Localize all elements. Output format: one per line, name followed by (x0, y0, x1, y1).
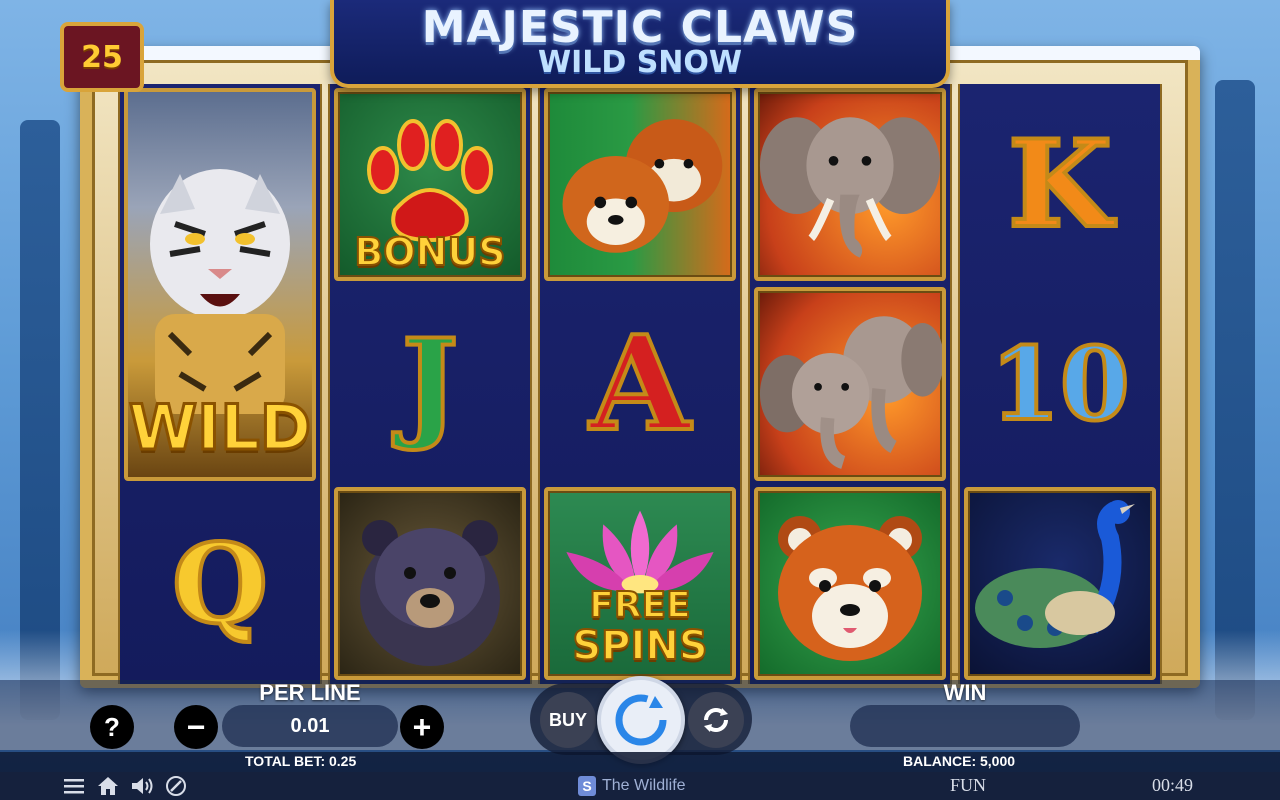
balance: BALANCE: 5,000 (903, 753, 1016, 769)
brand: S The Wildlife (578, 776, 686, 796)
home-icon[interactable] (96, 776, 120, 796)
symbol-peacock (964, 486, 1156, 680)
symbol-free-spins-lotus: FREE SPINS (544, 486, 736, 680)
red-panda-icon (548, 92, 732, 277)
game-subtitle: WILD SNOW (537, 45, 743, 80)
symbol-wild-tiger: WILD (124, 88, 316, 481)
reel-2: BONUS J (328, 84, 532, 684)
game-title-banner: MAJESTIC CLAWS WILD SNOW (330, 0, 950, 88)
total-bet: TOTAL BET: 0.25 (245, 753, 357, 769)
symbol-red-pandas (544, 88, 736, 282)
buy-feature-button[interactable]: BUY (540, 692, 596, 748)
symbol-bear (334, 486, 526, 680)
symbol-a: A (544, 287, 736, 480)
win-value (850, 705, 1080, 747)
paylines-badge: 25 (60, 22, 144, 92)
brand-logo-icon: S (578, 776, 596, 796)
turbo-icon[interactable] (164, 776, 188, 796)
red-panda-icon (758, 491, 942, 676)
symbol-k: K (964, 88, 1156, 281)
spin-icon (615, 694, 667, 746)
bet-info-bar: TOTAL BET: 0.25 BALANCE: 5,000 (0, 752, 1280, 772)
symbol-j: J (334, 287, 526, 480)
bear-icon (338, 491, 522, 676)
brand-name: The Wildlife (602, 777, 686, 794)
help-button[interactable]: ? (90, 705, 134, 749)
spins-label: SPINS (571, 622, 708, 669)
autoplay-icon (704, 708, 728, 732)
menu-icon[interactable] (62, 776, 86, 796)
free-label: FREE (588, 584, 692, 626)
reel-4 (748, 84, 952, 684)
sound-icon[interactable] (130, 776, 154, 796)
j-letter: J (400, 311, 461, 456)
symbol-ten: 10 (964, 287, 1156, 480)
q-letter: Q (170, 517, 270, 650)
system-bar: S The Wildlife FUN 00:49 (0, 772, 1280, 800)
k-letter: K (1006, 112, 1114, 257)
symbol-red-panda (754, 486, 946, 680)
ten-letter: 10 (988, 323, 1131, 445)
symbol-bonus-paw: BONUS (334, 88, 526, 282)
decrease-bet-button[interactable]: − (174, 705, 218, 749)
system-icons (62, 776, 188, 796)
game-mode: FUN (950, 775, 987, 795)
autoplay-button[interactable] (688, 692, 744, 748)
reel-5: K 10 (958, 84, 1162, 684)
per-line-label: PER LINE (259, 680, 361, 705)
spin-button[interactable] (597, 676, 685, 764)
background-tree (1215, 80, 1255, 720)
symbol-elephant (754, 88, 946, 282)
elephants-icon (758, 291, 942, 476)
reels-grid: WILD Q BONUS J A FREE SPINS K 10 (118, 84, 1162, 684)
clock: 00:49 (1152, 775, 1194, 795)
reel-3: A FREE SPINS (538, 84, 742, 684)
win-label: WIN (943, 680, 987, 705)
symbol-q: Q (124, 487, 316, 680)
reel-1: WILD Q (118, 84, 322, 684)
symbol-elephants (754, 287, 946, 481)
increase-bet-button[interactable]: + (400, 705, 444, 749)
bet-per-line-value: 0.01 (222, 705, 398, 747)
elephant-icon (758, 92, 942, 277)
wild-label: WILD (128, 390, 312, 464)
bonus-label: BONUS (353, 230, 506, 275)
a-letter: A (588, 305, 693, 462)
peacock-icon (968, 491, 1152, 676)
